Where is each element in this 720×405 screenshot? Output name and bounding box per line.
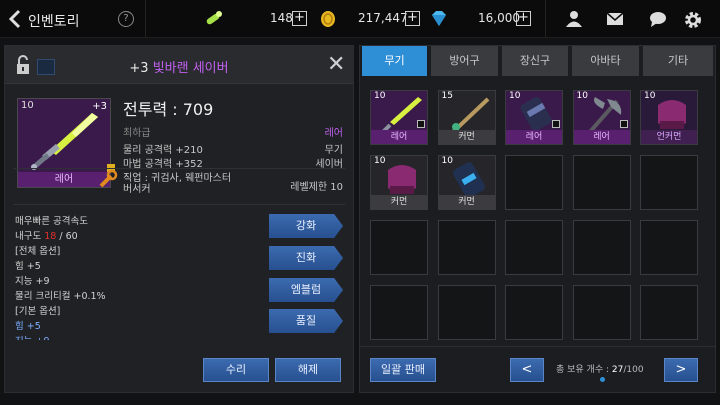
stamina-value: 148 [270, 11, 293, 25]
inventory-slot[interactable]: 10 커먼 [370, 155, 428, 210]
option-str: 힘 +5 [15, 261, 41, 272]
divider [360, 346, 715, 347]
gold-coin-icon [318, 10, 338, 28]
select-checkbox[interactable] [619, 120, 628, 128]
item-type: 무기 [324, 145, 343, 156]
combat-power: 전투력 : 709 [123, 100, 214, 119]
prev-page-button[interactable]: < [510, 358, 544, 382]
inventory-slot[interactable]: 10 레어 [505, 90, 563, 145]
gold-add-button[interactable]: + [405, 11, 420, 26]
quality-label: 최하급 [123, 128, 151, 139]
tab-weapon[interactable]: 무기 [362, 46, 427, 76]
item-name-title: +3 빛바랜 세이버 [5, 57, 353, 76]
slot-grade: 커먼 [371, 195, 427, 209]
inventory-screen: 인벤토리 ? 148 + 217,447 + 16,000 + +3 빛바랜 세… [0, 0, 720, 405]
item-options: 매우빠른 공격속도 내구도 18 / 60 [전체 옵션] 힘 +5 지능 +9… [15, 214, 106, 340]
gem-add-button[interactable]: + [516, 11, 531, 26]
enhance-button[interactable]: 강화 [269, 214, 343, 238]
item-count: 총 보유 개수 : 27/100 [556, 365, 644, 375]
empty-slot[interactable] [505, 285, 563, 340]
fatigue-potion-icon [204, 10, 224, 28]
gem-value: 16,000 [478, 11, 520, 25]
slot-grade: 커먼 [438, 130, 495, 144]
empty-slot[interactable] [505, 155, 563, 210]
slot-grade: 레어 [573, 130, 630, 144]
empty-slot[interactable] [572, 285, 631, 340]
tab-avatar[interactable]: 아바타 [572, 46, 639, 76]
inventory-slot[interactable]: 10 레어 [572, 90, 631, 145]
base-option-str: 힘 +5 [15, 321, 41, 332]
level-limit: 레벨제한 10 [290, 182, 343, 193]
inventory-slot[interactable]: 10 레어 [370, 90, 428, 145]
friends-icon[interactable] [564, 10, 584, 28]
back-arrow-icon[interactable] [8, 9, 28, 29]
emblem-button[interactable]: 엠블럼 [269, 278, 343, 302]
item-detail-panel: +3 빛바랜 세이버 ✕ 10 +3 레어 전투력 : 709 최하급 레어 물… [4, 45, 354, 393]
gold-value: 217,447 [358, 11, 408, 25]
help-icon[interactable]: ? [118, 11, 134, 27]
slot-grade: 레어 [506, 130, 562, 144]
slot-grade: 레어 [371, 130, 427, 144]
attack-speed: 매우빠른 공격속도 [15, 216, 88, 227]
option-int: 지능 +9 [15, 276, 50, 287]
evolve-button[interactable]: 진화 [269, 246, 343, 270]
tab-armor[interactable]: 방어구 [431, 46, 498, 76]
page-indicator [600, 377, 605, 382]
divider [545, 0, 546, 38]
close-icon[interactable]: ✕ [327, 52, 345, 77]
empty-slot[interactable] [437, 285, 496, 340]
empty-slot[interactable] [572, 220, 631, 275]
empty-slot[interactable] [572, 155, 631, 210]
empty-slot[interactable] [640, 220, 698, 275]
inventory-panel: 무기 방어구 장신구 아바타 기타 10 레어 15 커먼 10 레어 10 레어 10 언커먼 1… [359, 45, 716, 393]
empty-slot[interactable] [370, 285, 428, 340]
durability: 내구도 18 / 60 [15, 231, 78, 242]
empty-slot[interactable] [640, 155, 698, 210]
tab-etc[interactable]: 기타 [643, 46, 713, 76]
repair-button[interactable]: 수리 [203, 358, 269, 382]
empty-slot[interactable] [505, 220, 563, 275]
page-title: 인벤토리 [28, 14, 80, 30]
empty-slot[interactable] [437, 220, 496, 275]
enhance-level: +3 [129, 61, 149, 76]
select-checkbox[interactable] [417, 120, 425, 128]
divider [13, 168, 345, 169]
total-options-header: [전체 옵션] [15, 246, 61, 257]
select-checkbox[interactable] [552, 120, 560, 128]
slot-grade: 언커먼 [641, 130, 697, 144]
base-options-header: [기본 옵션] [15, 306, 61, 317]
empty-slot[interactable] [640, 285, 698, 340]
item-name: 빛바랜 세이버 [152, 61, 229, 76]
slot-grade: 커먼 [438, 195, 495, 209]
divider [13, 204, 345, 205]
rarity-label: 레어 [324, 128, 343, 139]
detail-header: +3 빛바랜 세이버 ✕ [5, 46, 353, 84]
tab-accessory[interactable]: 장신구 [502, 46, 568, 76]
mail-icon[interactable] [605, 10, 625, 28]
next-page-button[interactable]: > [664, 358, 698, 382]
sword-icon [31, 113, 98, 170]
chat-icon[interactable] [648, 10, 668, 28]
top-bar: 인벤토리 ? 148 + 217,447 + 16,000 + [0, 0, 720, 38]
base-option-int: 지능 +9 [15, 334, 106, 340]
option-crit: 물리 크리티컬 +0.1% [15, 291, 106, 302]
settings-gear-icon[interactable] [683, 10, 703, 28]
phys-atk-stat: 물리 공격력 +210 [123, 145, 203, 156]
inventory-slot[interactable]: 15 커먼 [437, 90, 496, 145]
job-restriction: 직업 : 귀검사, 웨펀마스터 버서커 [123, 173, 232, 195]
inventory-slot[interactable]: 10 커먼 [437, 155, 496, 210]
stamina-add-button[interactable]: + [292, 11, 307, 26]
inventory-slot[interactable]: 10 언커먼 [640, 90, 698, 145]
sell-all-button[interactable]: 일괄 판매 [370, 358, 436, 382]
empty-slot[interactable] [370, 220, 428, 275]
divider [145, 0, 146, 38]
dismantle-button[interactable]: 해제 [275, 358, 341, 382]
diamond-icon [429, 10, 449, 28]
quality-button[interactable]: 품질 [269, 309, 343, 333]
